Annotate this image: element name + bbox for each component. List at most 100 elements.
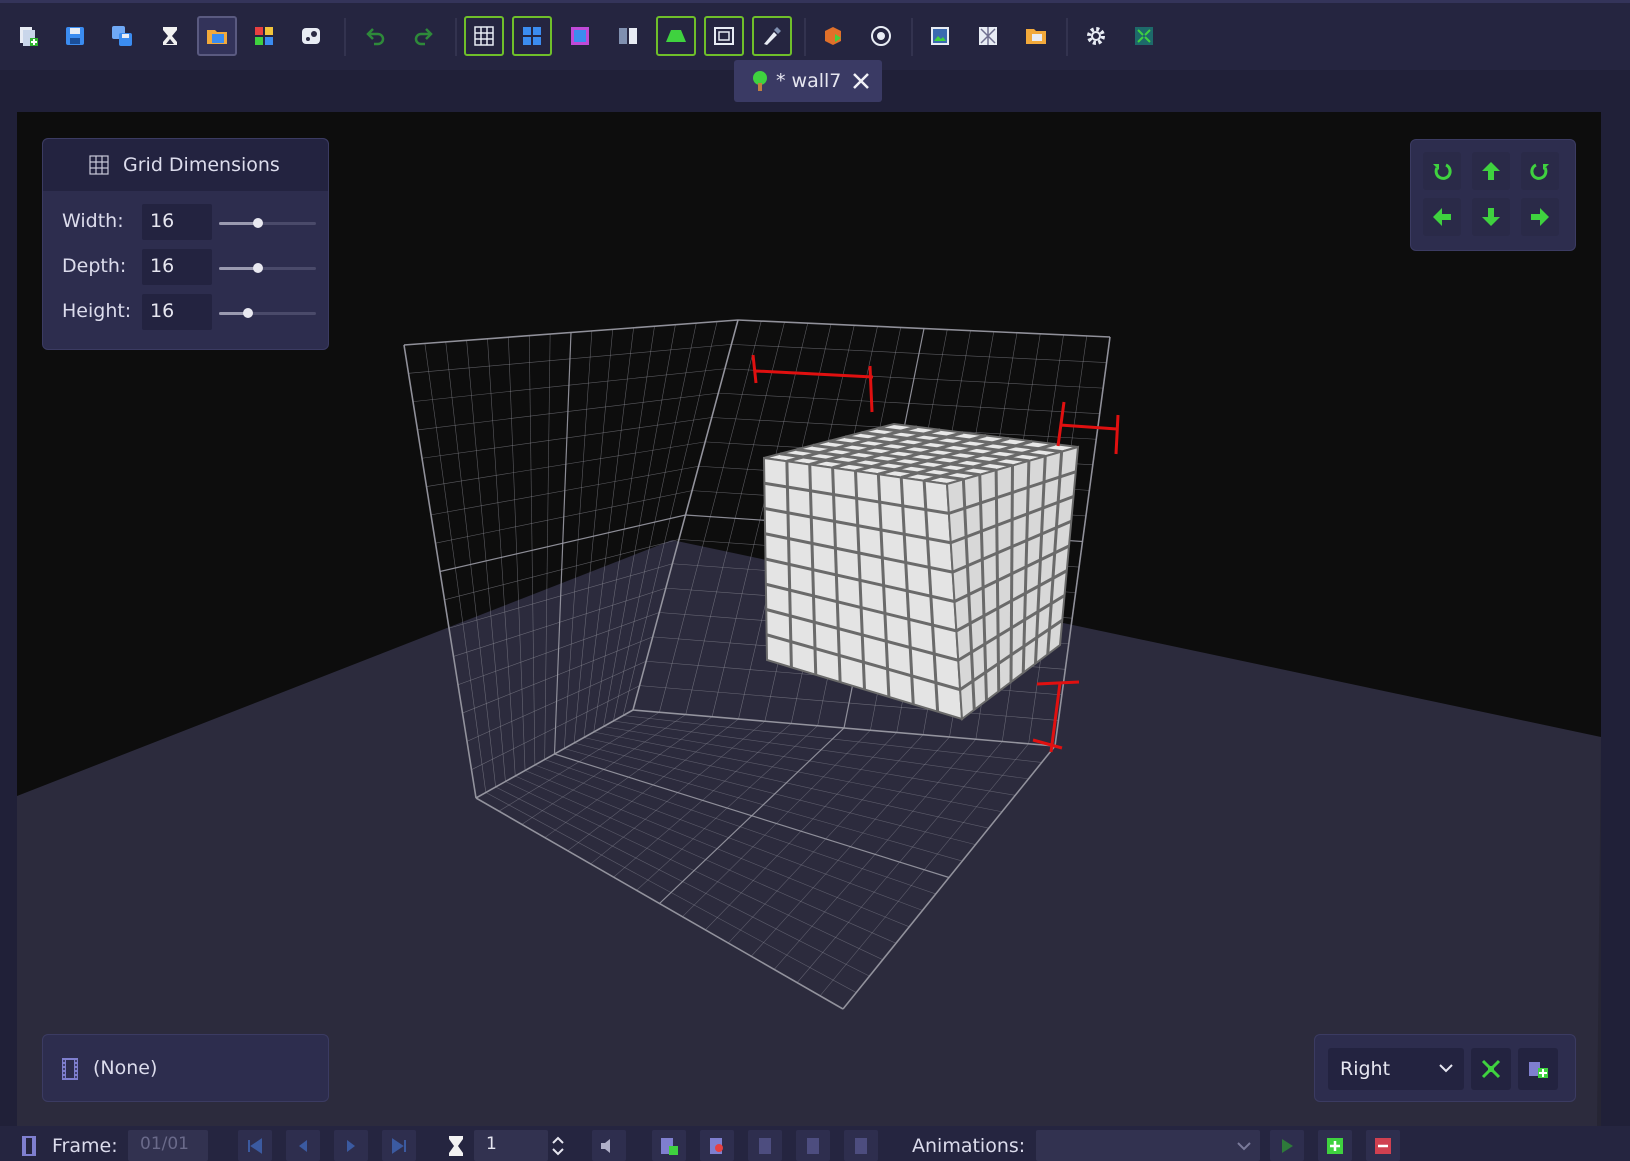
width-label: Width: — [62, 210, 124, 232]
paint-icon — [764, 27, 781, 45]
move-left-button[interactable] — [1423, 198, 1461, 236]
tab-wall7[interactable]: * wall7 — [734, 60, 882, 102]
mirror-button[interactable] — [608, 16, 648, 56]
save-button[interactable] — [55, 16, 95, 56]
save-icon — [66, 27, 84, 45]
texture-button[interactable] — [968, 16, 1008, 56]
grid-dimensions-header: Grid Dimensions — [43, 139, 328, 191]
depth-slider[interactable] — [219, 263, 316, 273]
hourglass-icon — [449, 1135, 463, 1156]
play-animation-button[interactable] — [1270, 1130, 1304, 1161]
width-slider[interactable] — [219, 218, 316, 228]
image-button[interactable] — [920, 16, 960, 56]
height-slider-knob[interactable] — [243, 308, 254, 318]
add-view-icon — [1529, 1062, 1548, 1078]
add-frame-icon — [661, 1137, 678, 1155]
film-icon — [62, 1058, 78, 1080]
delete-frame-button[interactable] — [844, 1130, 878, 1161]
grid-dimensions-title: Grid Dimensions — [123, 154, 280, 176]
frame-icon — [714, 27, 734, 45]
fullscreen-button[interactable] — [1124, 16, 1164, 56]
prev-frame-button[interactable] — [286, 1130, 320, 1161]
settings-button[interactable] — [1076, 16, 1116, 56]
move-right-button[interactable] — [1521, 198, 1559, 236]
animation-selection[interactable]: (None) — [93, 1057, 157, 1079]
width-input[interactable]: 16 — [142, 204, 212, 240]
move-frame-left-button[interactable] — [748, 1130, 782, 1161]
camera-button[interactable] — [861, 16, 901, 56]
height-slider[interactable] — [219, 308, 316, 318]
prev-icon — [299, 1139, 307, 1152]
redo-button[interactable] — [403, 16, 443, 56]
redo-icon — [414, 28, 433, 46]
speaker-icon — [601, 1138, 610, 1153]
frame-left-icon — [759, 1137, 771, 1154]
speed-field[interactable]: 1 — [474, 1130, 548, 1161]
export-cube-icon — [825, 27, 841, 45]
height-row: Height: 16 — [43, 292, 330, 332]
remove-animation-button[interactable] — [1366, 1130, 1400, 1161]
grid-fill-button[interactable] — [512, 16, 552, 56]
view-select[interactable]: Right — [1328, 1048, 1464, 1090]
add-animation-button[interactable] — [1318, 1130, 1352, 1161]
width-slider-knob[interactable] — [252, 218, 263, 228]
export-cube-button[interactable] — [813, 16, 853, 56]
folder-button[interactable] — [1016, 16, 1056, 56]
view-panel: Right — [1314, 1034, 1576, 1102]
grid-toggle-button[interactable] — [464, 16, 504, 56]
next-frame-button[interactable] — [334, 1130, 368, 1161]
3d-viewport[interactable]: Grid Dimensions Width: 16 Depth: 16 Heig… — [17, 112, 1601, 1126]
add-view-button[interactable] — [1518, 1048, 1558, 1090]
arrow-up-icon — [1482, 162, 1500, 180]
rotate-right-button[interactable] — [1521, 152, 1559, 190]
close-icon[interactable] — [848, 68, 874, 94]
move-down-button[interactable] — [1472, 198, 1510, 236]
palette-button[interactable] — [244, 16, 284, 56]
grid-icon — [474, 26, 494, 46]
minus-icon — [1375, 1137, 1391, 1154]
image-icon — [931, 27, 949, 45]
save-all-button[interactable] — [102, 16, 142, 56]
first-frame-button[interactable] — [238, 1130, 272, 1161]
paint-button[interactable] — [752, 16, 792, 56]
onion-skin-button[interactable] — [700, 1130, 734, 1161]
rotate-left-button[interactable] — [1423, 152, 1461, 190]
frame-button[interactable] — [704, 16, 744, 56]
camera-nav-panel — [1410, 139, 1576, 251]
height-input[interactable]: 16 — [142, 294, 212, 330]
view-select-value: Right — [1340, 1058, 1391, 1080]
chevron-down-icon — [1439, 1064, 1453, 1073]
fit-view-icon — [1481, 1059, 1501, 1079]
timeline-bar: Frame: 01/01 1 Animations: — [0, 1126, 1630, 1161]
square-icon — [571, 27, 589, 45]
floor-icon — [666, 30, 686, 42]
hourglass-button[interactable] — [150, 16, 190, 56]
hourglass-icon — [163, 27, 177, 45]
sound-button[interactable] — [592, 1130, 626, 1161]
animation-panel: (None) — [42, 1034, 329, 1102]
fit-view-button[interactable] — [1471, 1048, 1511, 1090]
steam-button[interactable] — [291, 16, 331, 56]
spinner-arrows-icon[interactable] — [550, 1135, 566, 1157]
open-folder-button[interactable] — [197, 16, 237, 56]
arrow-left-icon — [1433, 208, 1451, 226]
chevron-down-icon — [1237, 1142, 1251, 1151]
depth-slider-knob[interactable] — [252, 263, 263, 273]
mirror-icon — [619, 26, 637, 46]
undo-button[interactable] — [356, 16, 396, 56]
last-frame-button[interactable] — [382, 1130, 416, 1161]
add-frame-button[interactable] — [652, 1130, 686, 1161]
grid-dimensions-panel: Grid Dimensions Width: 16 Depth: 16 Heig… — [42, 138, 329, 350]
onion-skin-icon — [710, 1137, 723, 1154]
grid-fill-icon — [523, 27, 541, 45]
animations-select[interactable] — [1036, 1130, 1260, 1161]
floor-button[interactable] — [656, 16, 696, 56]
move-up-button[interactable] — [1472, 152, 1510, 190]
depth-input[interactable]: 16 — [142, 249, 212, 285]
new-file-button[interactable] — [8, 16, 48, 56]
square-button[interactable] — [560, 16, 600, 56]
move-frame-right-button[interactable] — [796, 1130, 830, 1161]
frame-field[interactable]: 01/01 — [128, 1130, 208, 1161]
width-row: Width: 16 — [43, 202, 330, 242]
next-icon — [347, 1139, 355, 1152]
